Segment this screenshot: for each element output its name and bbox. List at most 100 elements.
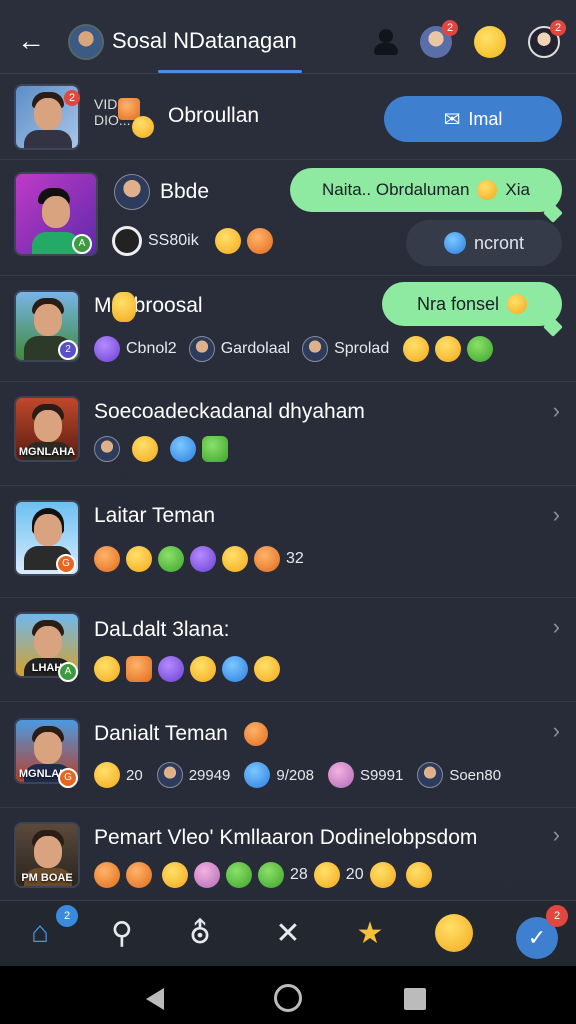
notification-badge: 2 <box>56 905 78 927</box>
chevron-right-icon[interactable]: › <box>553 614 560 640</box>
list-item[interactable]: LHAH A DaLdalt 3lana: › <box>0 598 576 702</box>
mail-button[interactable]: ✉ Imal <box>384 96 562 142</box>
list-item[interactable]: G Laitar Teman 32 › <box>0 486 576 598</box>
coin-emoji-icon <box>313 862 340 888</box>
list-item[interactable]: PM BOAE Pemart Vleo' Kmllaaron Dodinelob… <box>0 808 576 900</box>
status-badge: 2 <box>58 340 78 360</box>
grin-emoji-icon <box>369 862 396 888</box>
chevron-right-icon[interactable]: › <box>553 822 560 848</box>
item-title: Danialt Teman <box>94 722 228 745</box>
notification-badge: 2 <box>546 905 568 927</box>
grin-emoji-icon <box>126 546 152 572</box>
star-icon[interactable]: ★ <box>350 913 390 953</box>
item-title: M Obroosal <box>94 294 203 317</box>
crown-emoji-icon <box>126 862 152 888</box>
face-emoji-icon <box>194 862 220 888</box>
reaction-row <box>94 654 280 684</box>
thumbnail: MGNLAHA <box>14 396 80 462</box>
blush-emoji-icon <box>246 228 273 254</box>
emoji-icon[interactable] <box>474 26 506 58</box>
status-badge: A <box>72 234 92 254</box>
list-item[interactable]: MGNLAHA G Danialt Teman 20 29949 9/208 S… <box>0 702 576 808</box>
active-tab-indicator <box>158 70 302 73</box>
bottom-navigation: ⌂ 2 ⚲ ⛢ ✕ ★ ✓ 2 <box>0 900 576 966</box>
list-item[interactable]: 2 M Obroosal Cbnol2 Gardolaal Sprolad Nr… <box>0 276 576 382</box>
bird-icon <box>443 232 466 254</box>
app-screen: ← Sosal NDatanagan 2 2 2 VID DIO... Obro… <box>0 0 576 1024</box>
profile-icon[interactable] <box>370 26 402 58</box>
shield-icon[interactable]: ⛢ <box>180 913 220 953</box>
back-icon[interactable] <box>146 988 164 1010</box>
avatar <box>94 436 120 462</box>
page-title: Sosal NDatanagan <box>112 28 297 53</box>
clap-emoji-icon <box>258 862 284 888</box>
recents-icon[interactable] <box>404 988 426 1010</box>
sparkle-emoji-icon <box>190 546 216 572</box>
reaction-row: 28 20 <box>94 860 432 890</box>
message-bubble[interactable]: Nra fonsel <box>382 282 562 326</box>
bread-emoji-icon <box>244 722 268 746</box>
item-title: Bbde <box>160 180 210 203</box>
notification-badge: 2 <box>442 20 458 36</box>
grin-emoji-icon <box>403 336 430 362</box>
face-emoji-icon <box>94 546 120 572</box>
sparkle-emoji-icon <box>222 656 248 682</box>
s-coin-icon <box>327 762 354 788</box>
sunglasses-emoji-icon <box>158 546 184 572</box>
smile-emoji-icon <box>132 116 154 138</box>
sleepy-emoji-icon <box>254 656 280 682</box>
list-item[interactable]: A Bbde SS80ik Naita.. Obrdaluman Xia ncr… <box>0 160 576 276</box>
dollar-icon <box>244 762 271 788</box>
stats-row: 20 29949 9/208 S9991 Soen80 <box>94 760 501 790</box>
reaction-row: 32 <box>94 544 304 574</box>
friend-avatar[interactable]: 2 <box>420 20 458 58</box>
item-title: Obroullan <box>168 104 260 127</box>
system-nav-bar <box>0 966 576 1024</box>
home-circle-icon[interactable] <box>274 984 302 1012</box>
item-meta: SS80ik <box>112 226 273 256</box>
reaction-row <box>94 434 228 464</box>
timer-icon <box>112 226 142 256</box>
wink-emoji-icon <box>507 294 528 314</box>
close-tools-icon[interactable]: ✕ <box>268 913 308 953</box>
list-item[interactable]: MGNLAHA Soecoadeckadanal dhyaham › <box>0 382 576 486</box>
action-button[interactable]: ncront <box>406 220 562 266</box>
chevron-right-icon[interactable]: › <box>553 718 560 744</box>
emoji-icon <box>477 180 498 200</box>
list-item[interactable]: 2 VID DIO... Obroullan ✉ Imal <box>0 74 576 160</box>
back-arrow-icon[interactable]: ← <box>14 24 48 58</box>
top-bar: ← Sosal NDatanagan 2 2 <box>0 0 576 74</box>
status-badge: G <box>58 768 78 788</box>
chevron-right-icon[interactable]: › <box>553 398 560 424</box>
user-avatar[interactable]: 2 <box>528 20 566 58</box>
thumbnail: PM BOAE <box>14 822 80 888</box>
avatar <box>417 762 444 788</box>
status-badge: A <box>58 662 78 682</box>
message-bubble[interactable]: Naita.. Obrdaluman Xia <box>290 168 562 212</box>
check-emoji-icon <box>158 656 184 682</box>
avatar <box>156 762 183 788</box>
item-title: Soecoadeckadanal dhyaham <box>94 400 365 423</box>
search-icon[interactable]: ⚲ <box>102 913 142 953</box>
grin-emoji-icon <box>132 436 158 462</box>
laughing-emoji-icon <box>222 546 248 572</box>
item-title: Pemart Vleo' Kmllaaron Dodinelobpsdom <box>94 826 478 849</box>
laughing-emoji-icon <box>94 762 120 788</box>
bag-emoji-icon <box>112 292 136 322</box>
avatar <box>302 336 329 362</box>
clap-emoji-icon <box>254 546 280 572</box>
chevron-right-icon[interactable]: › <box>553 502 560 528</box>
avatar[interactable] <box>68 24 104 60</box>
avatar <box>114 174 150 210</box>
people-list: Cbnol2 Gardolaal Sprolad <box>94 334 494 364</box>
heart-emoji-icon <box>94 862 120 888</box>
emoji-icon[interactable] <box>434 913 474 953</box>
dots-emoji-icon <box>170 436 196 462</box>
frog-emoji-icon <box>226 862 252 888</box>
laughing-emoji-icon <box>214 228 241 254</box>
avatar <box>188 336 215 362</box>
item-title: Laitar Teman <box>94 504 216 527</box>
mail-icon: ✉ <box>443 108 461 131</box>
smile-emoji-icon <box>405 862 432 888</box>
home-icon[interactable]: ⌂ <box>20 913 60 953</box>
